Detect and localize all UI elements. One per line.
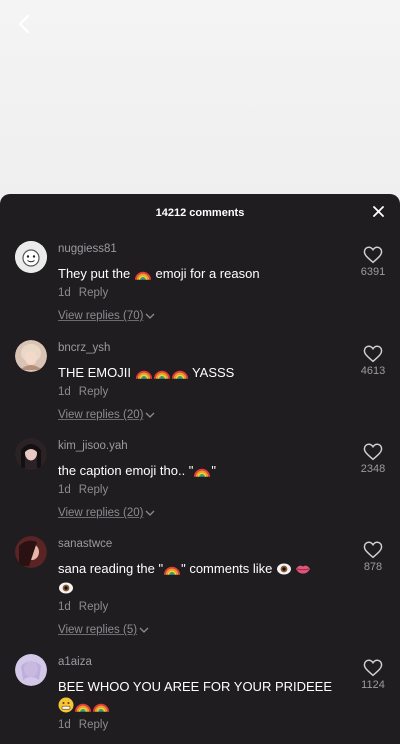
like-count: 1124 [361,679,385,691]
like-count: 878 [363,561,383,573]
comment-time: 1d [58,386,71,398]
like-button[interactable]: 6391 [356,246,390,278]
username[interactable]: sanastwce [58,538,112,550]
comments-header: 14212 comments [0,194,400,234]
avatar[interactable] [15,536,47,568]
rainbow-emoji [74,698,92,713]
comment-text-part: BEE WHOO YOU AREE FOR YOUR PRIDEEE [58,679,333,694]
reply-button[interactable]: Reply [79,601,108,613]
chevron-down-icon [145,313,155,319]
view-replies-label: View replies (20) [58,409,144,421]
reply-button[interactable]: Reply [79,386,108,398]
reply-button[interactable]: Reply [79,287,108,299]
view-replies-label: View replies (5) [58,624,138,636]
comment-text: BEE WHOO YOU AREE FOR YOUR PRIDEEE [58,677,348,715]
chevron-left-icon [17,14,31,39]
username[interactable]: bncrz_ysh [58,342,110,354]
comment-text-part: " comments like [181,561,277,576]
like-count: 4613 [360,365,386,377]
comment-text-part: " [211,463,217,478]
heart-outline-icon [363,246,383,264]
comments-sheet: 14212 comments nuggiess81 They put the e… [0,194,400,744]
chevron-down-icon [145,412,155,418]
comment-meta: 1d Reply [58,386,108,398]
comment-meta: 1d Reply [58,601,108,613]
username[interactable]: a1aiza [58,656,92,668]
comment-text-part: sana reading the " [58,561,164,576]
like-button[interactable]: 2348 [356,443,390,475]
view-replies-label: View replies (20) [58,507,144,519]
username[interactable]: kim_jisoo.yah [58,440,128,452]
chevron-down-icon [139,627,149,633]
close-button[interactable] [370,205,386,221]
back-button[interactable] [10,12,38,40]
eye-emoji [59,582,73,594]
close-icon [372,204,384,222]
comment-meta: 1d Reply [58,484,108,496]
reply-button[interactable]: Reply [79,484,108,496]
like-count: 2348 [360,463,386,475]
comment-meta: 1d Reply [58,719,108,731]
comment-text-part: THE EMOJII [58,365,135,380]
comment-text: sana reading the " " comments like [58,559,348,597]
rainbow-emoji [193,463,211,478]
view-replies-link[interactable]: View replies (20) [58,409,155,421]
rainbow-emoji [134,266,152,281]
heart-outline-icon [363,541,383,559]
avatar[interactable] [15,340,47,372]
comment-count: 14212 comments [155,207,245,219]
like-count: 6391 [360,266,386,278]
comment-time: 1d [58,484,71,496]
lips-emoji [296,565,311,574]
avatar[interactable] [15,241,47,273]
rainbow-emoji [153,365,171,380]
like-button[interactable]: 878 [356,541,390,573]
heart-outline-icon [363,345,383,363]
like-button[interactable]: 1124 [356,659,390,691]
view-replies-link[interactable]: View replies (70) [58,310,155,322]
avatar[interactable] [15,654,47,686]
video-area[interactable] [0,0,400,200]
username[interactable]: nuggiess81 [58,243,117,255]
comment-time: 1d [58,287,71,299]
rainbow-emoji [92,698,110,713]
avatar[interactable] [15,438,47,470]
comment-meta: 1d Reply [58,287,108,299]
view-replies-label: View replies (70) [58,310,144,322]
like-button[interactable]: 4613 [356,345,390,377]
reply-button[interactable]: Reply [79,719,108,731]
grimacing-face-emoji [58,697,74,713]
heart-outline-icon [363,443,383,461]
comment-time: 1d [58,719,71,731]
comment-text-part: YASSS [188,365,235,380]
comment-text-part: emoji for a reason [151,266,260,281]
eye-emoji [277,563,292,575]
rainbow-emoji [135,365,153,380]
rainbow-emoji [171,365,189,380]
comment-text: the caption emoji tho.. " " [58,461,348,480]
comment-text-part: They put the [58,266,134,281]
chevron-down-icon [145,510,155,516]
comment-text: They put the emoji for a reason [58,264,348,283]
rainbow-emoji [163,561,181,576]
heart-outline-icon [363,659,383,677]
comment-text: THE EMOJII YASSS [58,363,348,382]
view-replies-link[interactable]: View replies (5) [58,624,149,636]
comment-text-part: the caption emoji tho.. " [58,463,194,478]
comment-time: 1d [58,601,71,613]
view-replies-link[interactable]: View replies (20) [58,507,155,519]
